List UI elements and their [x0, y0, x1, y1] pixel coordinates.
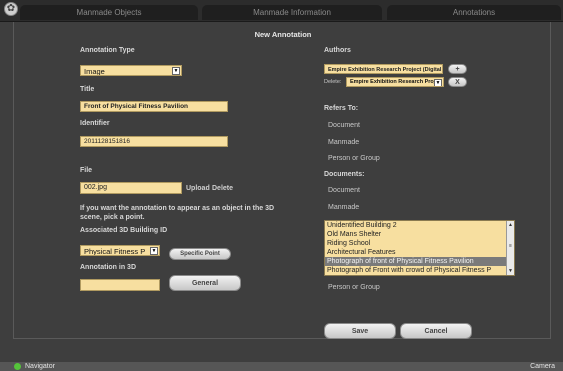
- settings-gear-icon[interactable]: ✿: [4, 2, 18, 16]
- building-id-label: Associated 3D Building ID: [80, 227, 168, 234]
- list-item-selected[interactable]: Photograph of front of Physical Fitness …: [325, 257, 514, 266]
- documents-person-option[interactable]: Person or Group: [328, 284, 380, 291]
- documents-list[interactable]: Unidentified Building 2 Old Mans Shelter…: [324, 220, 515, 276]
- refers-document-option[interactable]: Document: [328, 122, 360, 129]
- refers-person-option[interactable]: Person or Group: [328, 155, 380, 162]
- chevron-down-icon[interactable]: ▼: [434, 79, 442, 86]
- building-id-select[interactable]: Physical Fitness P ▼: [80, 245, 160, 256]
- author-input[interactable]: Empire Exhibition Research Project (Digi…: [324, 64, 443, 74]
- save-button[interactable]: Save: [324, 323, 396, 339]
- scroll-up-icon[interactable]: ▲: [508, 222, 513, 228]
- annotation-type-select[interactable]: Image ▼: [80, 65, 182, 76]
- list-scrollbar[interactable]: ▲ ≡ ▼: [506, 221, 514, 275]
- list-item[interactable]: Riding School: [325, 239, 514, 248]
- dialog-title: New Annotation: [254, 30, 312, 39]
- delete-author-prefix: Delete:: [324, 79, 342, 85]
- documents-label: Documents:: [324, 171, 365, 178]
- documents-manmade-option[interactable]: Manmade: [328, 204, 359, 211]
- annotation-type-value: Image: [84, 67, 105, 76]
- top-tab-bar: ✿ Manmade Objects Manmade Information An…: [0, 0, 563, 22]
- tab-manmade-objects[interactable]: Manmade Objects: [20, 5, 198, 20]
- camera-label[interactable]: Camera: [530, 362, 555, 371]
- documents-document-option[interactable]: Document: [328, 187, 360, 194]
- refers-manmade-option[interactable]: Manmade: [328, 139, 359, 146]
- chevron-down-icon[interactable]: ▼: [172, 67, 180, 75]
- annotation-type-label: Annotation Type: [80, 47, 135, 54]
- list-item[interactable]: Architectural Features: [325, 248, 514, 257]
- file-label: File: [80, 167, 93, 174]
- specific-point-button[interactable]: Specific Point: [169, 248, 231, 260]
- delete-author-value: Empire Exhibition Research Projec: [350, 79, 442, 85]
- annotation-3d-label: Annotation in 3D: [80, 264, 136, 271]
- file-input[interactable]: 002.jpg: [80, 182, 182, 194]
- remove-author-button[interactable]: X: [448, 77, 467, 87]
- add-author-button[interactable]: +: [448, 64, 467, 74]
- list-item[interactable]: Photograph of Front with crowd of Physic…: [325, 266, 514, 275]
- delete-file-link[interactable]: Delete: [212, 185, 233, 192]
- building-id-value: Physical Fitness P: [84, 247, 146, 256]
- new-annotation-dialog: New Annotation Annotation Type Image ▼ T…: [13, 22, 551, 339]
- identifier-input[interactable]: 2011128151816: [80, 136, 228, 147]
- tab-annotations[interactable]: Annotations: [387, 5, 561, 20]
- scroll-thumb-icon[interactable]: ≡: [508, 243, 513, 249]
- chevron-down-icon[interactable]: ▼: [150, 247, 158, 255]
- navigator-status-icon: [14, 363, 21, 370]
- general-button[interactable]: General: [169, 275, 241, 291]
- identifier-label: Identifier: [80, 120, 110, 127]
- annotation-3d-input[interactable]: [80, 279, 160, 291]
- authors-label: Authors: [324, 47, 351, 54]
- scroll-down-icon[interactable]: ▼: [508, 268, 513, 274]
- navigator-label[interactable]: Navigator: [25, 362, 55, 371]
- title-input[interactable]: Front of Physical Fitness Pavilion: [80, 101, 228, 112]
- list-item[interactable]: Unidentified Building 2: [325, 221, 514, 230]
- title-label: Title: [80, 86, 95, 93]
- bottom-status-bar: Navigator Camera: [0, 362, 563, 371]
- refers-to-label: Refers To:: [324, 105, 359, 112]
- point-instructions: If you want the annotation to appear as …: [80, 205, 275, 221]
- cancel-button[interactable]: Cancel: [400, 323, 472, 339]
- list-item[interactable]: Old Mans Shelter: [325, 230, 514, 239]
- upload-link[interactable]: Upload: [186, 185, 210, 192]
- tab-manmade-information[interactable]: Manmade Information: [202, 5, 382, 20]
- delete-author-select[interactable]: Empire Exhibition Research Projec ▼: [346, 77, 444, 87]
